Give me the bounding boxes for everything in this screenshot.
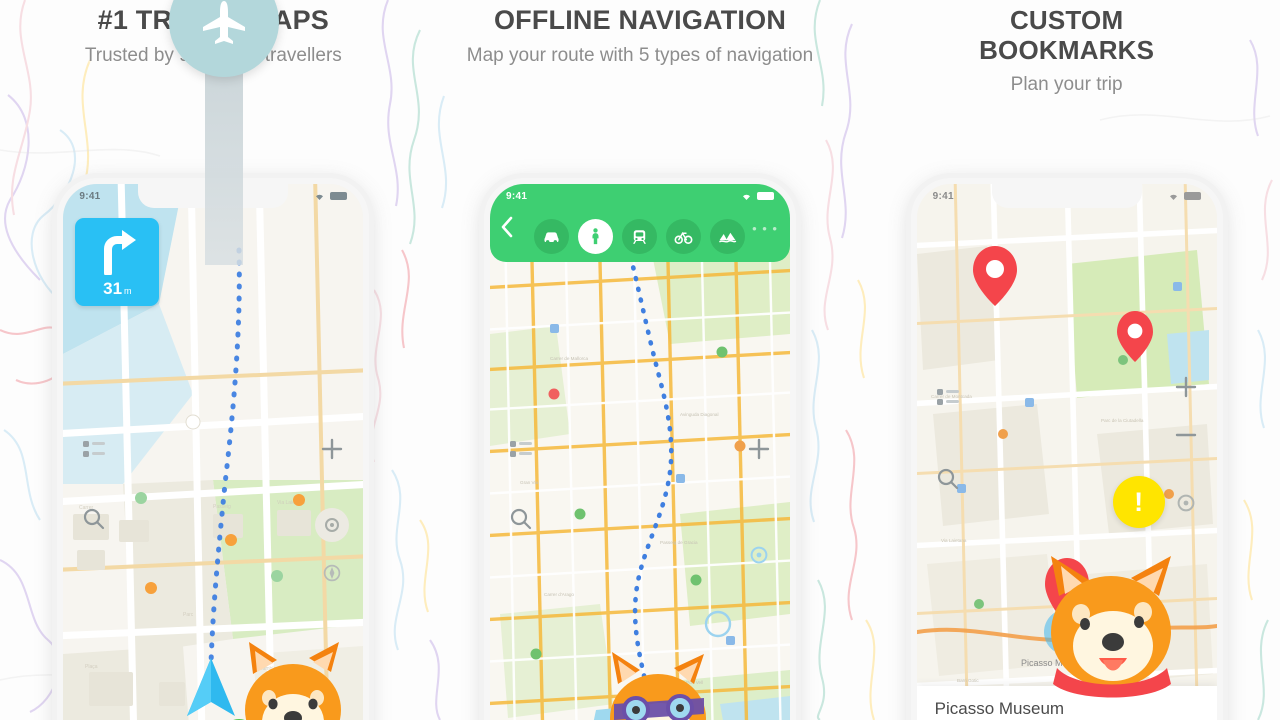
layers-icon[interactable]	[504, 432, 538, 466]
promo-panel-travel-maps: #1 TRAVEL MAPS Trusted by 90 million tra…	[0, 0, 427, 720]
promo-panel-offline-navigation: OFFLINE NAVIGATION Map your route with 5…	[427, 0, 854, 720]
mode-hiking[interactable]	[710, 219, 746, 254]
svg-text:Barri Gotic: Barri Gotic	[957, 678, 979, 683]
phone-screen-2: Carrer de Mallorca Avinguda Diagonal Gra…	[489, 184, 790, 720]
turn-instruction-card: 31 m	[75, 218, 160, 306]
status-bar-2: 9:41	[490, 184, 790, 208]
panel-2-header: OFFLINE NAVIGATION Map your route with 5…	[427, 0, 854, 68]
status-indicators-3	[1167, 192, 1201, 201]
map-controls-left-2	[504, 432, 538, 536]
panel-3-headline-line1: CUSTOM	[1009, 5, 1124, 35]
turn-distance: 31 m	[103, 279, 132, 298]
turn-right-icon	[104, 230, 137, 275]
transport-mode-list	[490, 219, 790, 254]
transit-icon	[633, 230, 647, 245]
mascot-shiba-face	[1050, 556, 1171, 698]
warning-glyph: !	[1134, 486, 1144, 517]
panel-3-headline-line2: BOOKMARKS	[979, 35, 1155, 65]
panel-3-subline: Plan your trip	[1010, 74, 1123, 95]
map-controls-right-2	[742, 432, 776, 572]
compass-icon[interactable]	[315, 556, 349, 590]
mode-car[interactable]	[534, 219, 570, 254]
wifi-icon	[1169, 194, 1177, 200]
zoom-out-icon[interactable]	[1169, 418, 1203, 452]
wifi-icon	[742, 194, 750, 200]
svg-text:Plaça: Plaça	[85, 664, 98, 670]
mascot-shiba-with-backpack	[233, 642, 342, 720]
search-icon[interactable]	[931, 462, 965, 496]
phone-notch-3	[991, 184, 1142, 208]
map-controls-right-3	[1169, 370, 1203, 520]
phone-screen-3: Carrer de Montcada Parc de la Ciutadella…	[916, 184, 1217, 720]
recenter-icon[interactable]	[315, 508, 350, 542]
status-indicators-1	[313, 192, 348, 201]
battery-icon	[756, 192, 774, 200]
status-time-3: 9:41	[932, 190, 954, 202]
map-controls-left-1	[77, 432, 111, 536]
panel-2-subline: Map your route with 5 types of navigatio…	[466, 45, 814, 66]
panel-3-header: CUSTOM BOOKMARKS Plan your trip	[853, 0, 1280, 97]
nav-more-options[interactable]: • • •	[752, 221, 778, 236]
svg-text:Avinguda Diagonal: Avinguda Diagonal	[680, 412, 718, 417]
zoom-in-icon[interactable]	[315, 432, 349, 466]
zoom-in-icon[interactable]	[1169, 370, 1203, 404]
recenter-icon[interactable]	[742, 538, 776, 572]
mascot-shiba-driving-green-car	[593, 652, 706, 720]
map-controls-right-1	[315, 432, 350, 590]
phone-mockup-3: Carrer de Montcada Parc de la Ciutadella…	[910, 178, 1223, 720]
warning-badge[interactable]: !	[1112, 476, 1165, 528]
search-icon[interactable]	[77, 502, 111, 536]
search-icon[interactable]	[504, 502, 538, 536]
mode-transit[interactable]	[622, 219, 658, 254]
wifi-icon	[316, 194, 324, 200]
bicycle-icon	[675, 231, 693, 244]
mode-bicycle[interactable]	[666, 219, 702, 254]
hiking-icon	[719, 232, 737, 243]
svg-text:Parc de la Ciutadella: Parc de la Ciutadella	[1101, 418, 1144, 423]
layers-icon[interactable]	[931, 380, 965, 414]
navigation-mode-bar: 9:41 • • •	[489, 184, 790, 262]
status-time-2: 9:41	[505, 190, 528, 202]
battery-icon	[330, 192, 348, 200]
map-controls-left-3	[931, 380, 965, 496]
layers-icon[interactable]	[77, 432, 111, 466]
airplane-icon	[203, 1, 245, 44]
status-time-1: 9:41	[79, 190, 101, 202]
airplane-badge-stem	[205, 60, 243, 265]
svg-text:Carrer de Mallorca: Carrer de Mallorca	[550, 356, 588, 361]
car-icon	[544, 232, 560, 244]
panel-2-headline: OFFLINE NAVIGATION	[493, 5, 787, 35]
pedestrian-icon	[592, 228, 600, 245]
poi-title: Picasso Museum	[934, 699, 1065, 718]
recenter-icon[interactable]	[1169, 486, 1203, 520]
battery-icon	[1183, 192, 1201, 200]
zoom-in-icon[interactable]	[742, 432, 776, 466]
svg-text:Parc: Parc	[183, 612, 194, 618]
svg-text:Passeig: Passeig	[213, 504, 231, 510]
mode-pedestrian[interactable]	[578, 219, 614, 254]
svg-text:Via Laietana: Via Laietana	[941, 538, 967, 543]
promo-panel-custom-bookmarks: CUSTOM BOOKMARKS Plan your trip Carrer d…	[853, 0, 1280, 720]
svg-text:Carrer d'Arago: Carrer d'Arago	[544, 592, 574, 597]
svg-text:Passeig de Gracia: Passeig de Gracia	[660, 540, 698, 545]
status-indicators-2	[740, 192, 774, 201]
phone-mockup-2: Carrer de Mallorca Avinguda Diagonal Gra…	[483, 178, 796, 720]
